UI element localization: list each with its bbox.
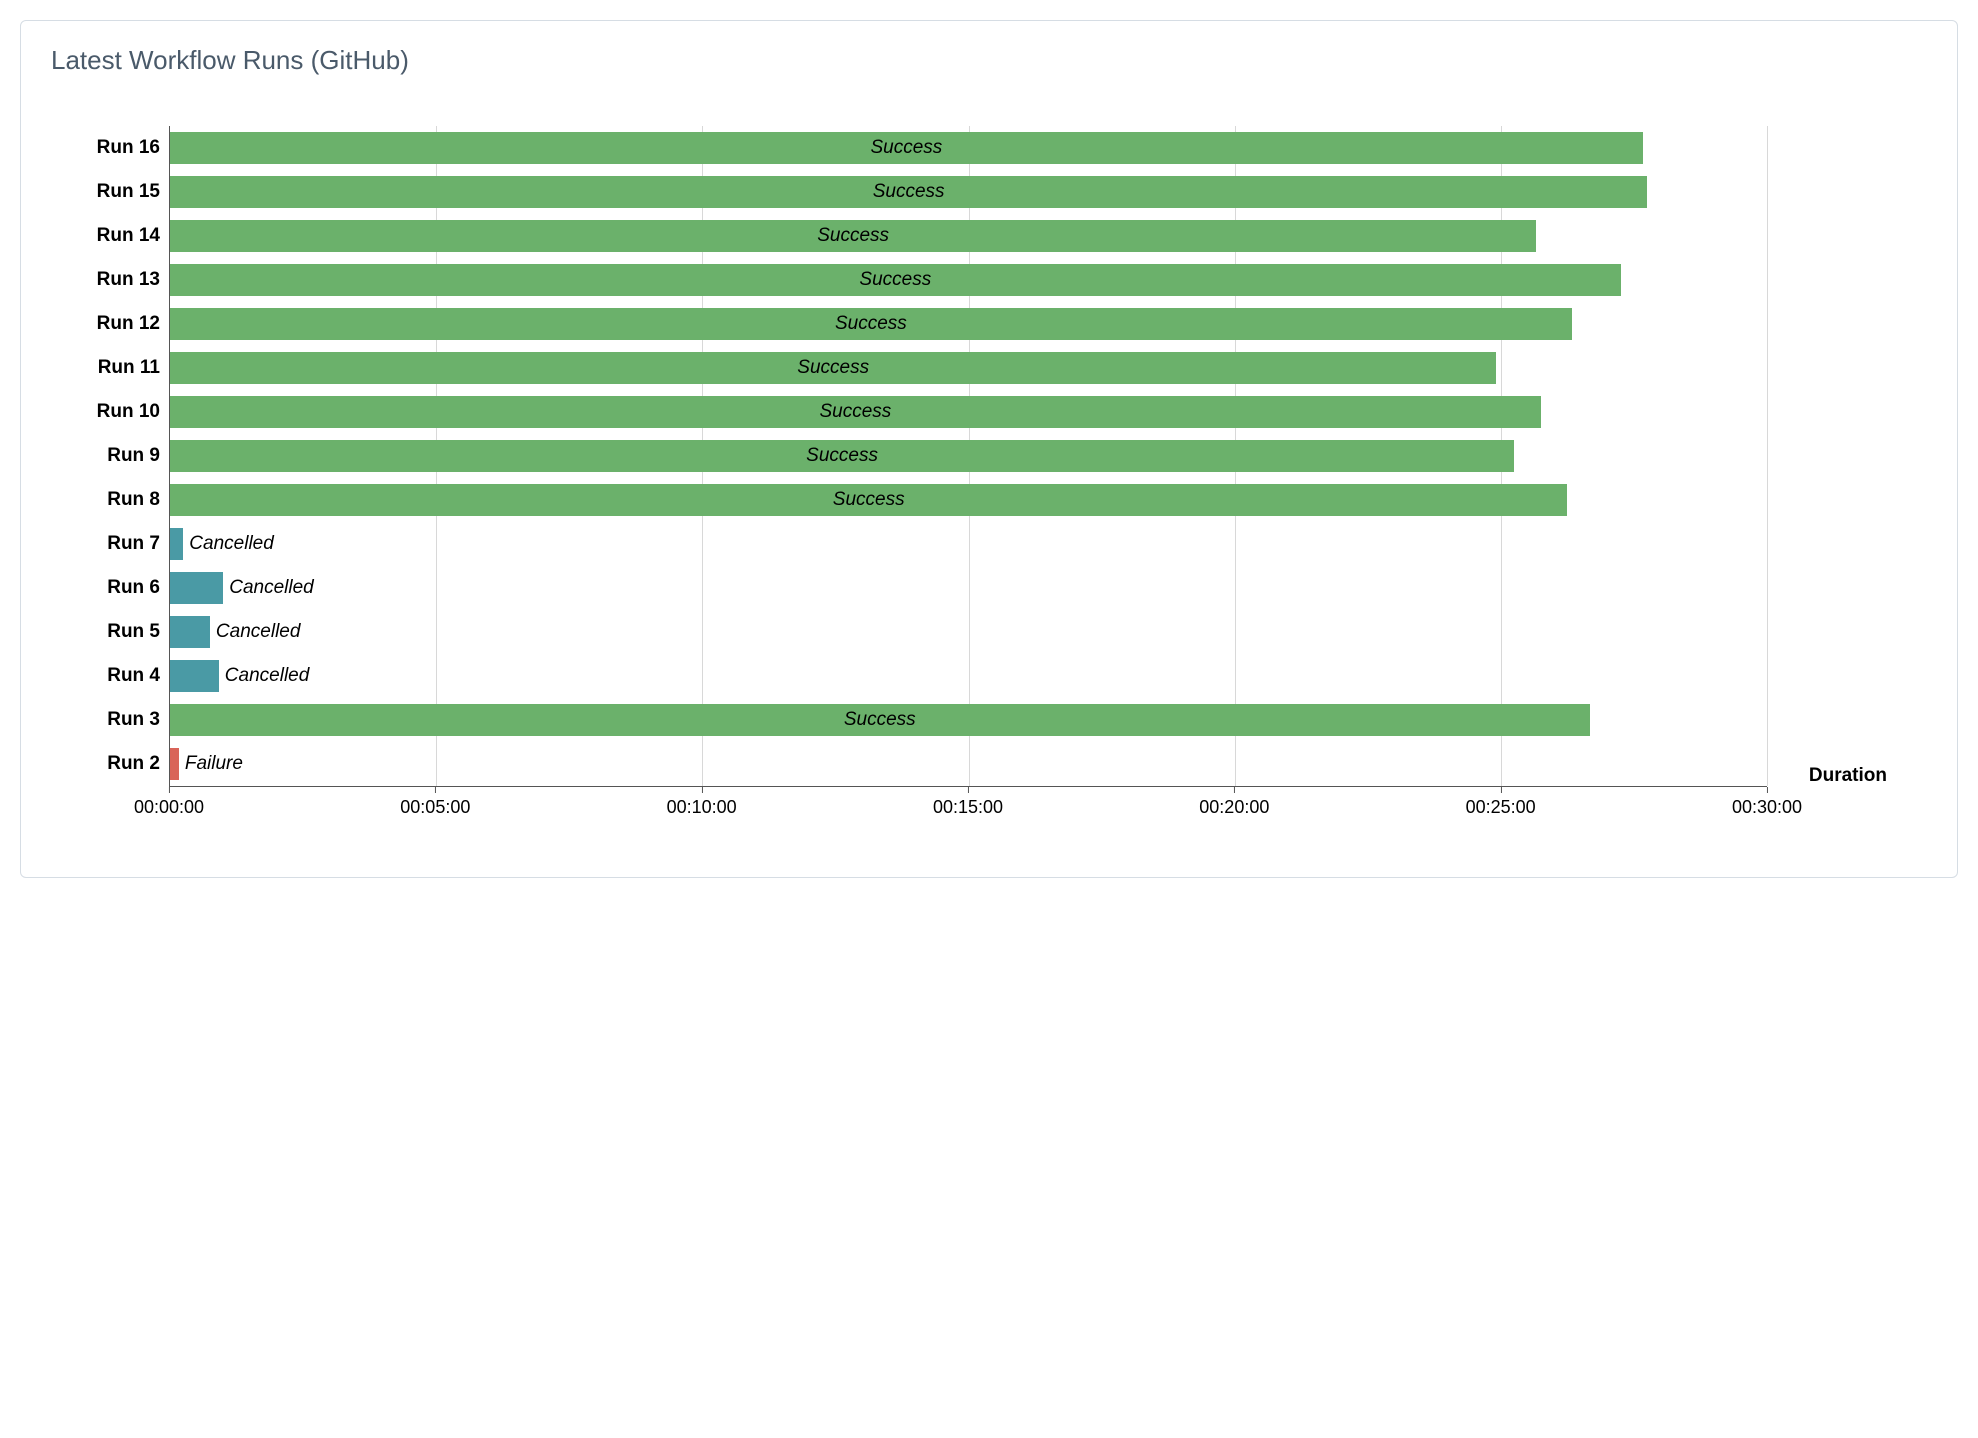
y-tick-label: Run 6 <box>52 577 160 599</box>
bar-row: Run 9Success <box>170 434 1767 478</box>
bar-row: Run 13Success <box>170 258 1767 302</box>
bar: Success <box>170 176 1647 208</box>
x-tick-label: 00:20:00 <box>1199 797 1269 818</box>
x-tick-label: 00:00:00 <box>134 797 204 818</box>
x-tick-label: 00:10:00 <box>667 797 737 818</box>
y-tick-label: Run 10 <box>52 401 160 423</box>
y-tick-label: Run 9 <box>52 445 160 467</box>
bar: Success <box>170 220 1536 252</box>
panel-title: Latest Workflow Runs (GitHub) <box>51 45 1927 76</box>
y-tick-label: Run 16 <box>52 137 160 159</box>
gridline <box>1767 126 1768 786</box>
y-tick-label: Run 3 <box>52 709 160 731</box>
y-tick-label: Run 11 <box>52 357 160 379</box>
bar-status-label: Cancelled <box>216 621 301 643</box>
bar-row: Run 12Success <box>170 302 1767 346</box>
bar-row: Run 5Cancelled <box>170 610 1767 654</box>
bar-row: Run 8Success <box>170 478 1767 522</box>
bar-status-label: Success <box>873 181 945 203</box>
bar-row: Run 10Success <box>170 390 1767 434</box>
y-tick-label: Run 14 <box>52 225 160 247</box>
x-tick-label: 00:15:00 <box>933 797 1003 818</box>
y-tick-label: Run 5 <box>52 621 160 643</box>
bar-row: Run 16Success <box>170 126 1767 170</box>
y-tick-label: Run 13 <box>52 269 160 291</box>
bar: Success <box>170 440 1514 472</box>
bar-status-label: Success <box>819 401 891 423</box>
bar-status-label: Failure <box>185 753 243 775</box>
bar-row: Run 6Cancelled <box>170 566 1767 610</box>
bar-status-label: Success <box>817 225 889 247</box>
bar-row: Run 7Cancelled <box>170 522 1767 566</box>
bar-status-label: Cancelled <box>229 577 314 599</box>
bar: Success <box>170 396 1541 428</box>
x-axis-title: Duration <box>1809 765 1887 787</box>
x-tick-label: 00:05:00 <box>400 797 470 818</box>
bar-status-label: Cancelled <box>225 665 310 687</box>
bar-row: Run 4Cancelled <box>170 654 1767 698</box>
bar-status-label: Success <box>797 357 869 379</box>
bar-row: Run 15Success <box>170 170 1767 214</box>
bar-status-label: Success <box>859 269 931 291</box>
bar: Success <box>170 484 1567 516</box>
bar: Success <box>170 308 1572 340</box>
bar-row: Run 2Failure <box>170 742 1767 786</box>
workflow-runs-panel: Latest Workflow Runs (GitHub) Run 16Succ… <box>20 20 1958 878</box>
bar: Success <box>170 352 1496 384</box>
x-tick-label: 00:30:00 <box>1732 797 1802 818</box>
bar-row: Run 11Success <box>170 346 1767 390</box>
bar: Success <box>170 132 1643 164</box>
chart-area: Run 16SuccessRun 15SuccessRun 14SuccessR… <box>51 126 1927 837</box>
bar-status-label: Success <box>833 489 905 511</box>
x-axis: Duration 00:00:0000:05:0000:10:0000:15:0… <box>169 787 1767 837</box>
y-tick-label: Run 12 <box>52 313 160 335</box>
bar: Success <box>170 264 1621 296</box>
x-tick-label: 00:25:00 <box>1466 797 1536 818</box>
bar: Success <box>170 704 1590 736</box>
bar-row: Run 3Success <box>170 698 1767 742</box>
bar: Cancelled <box>170 572 223 604</box>
bar-row: Run 14Success <box>170 214 1767 258</box>
bar: Cancelled <box>170 528 183 560</box>
y-tick-label: Run 4 <box>52 665 160 687</box>
bar-status-label: Success <box>870 137 942 159</box>
bar-status-label: Success <box>835 313 907 335</box>
bar: Failure <box>170 748 179 780</box>
bar: Cancelled <box>170 616 210 648</box>
y-tick-label: Run 2 <box>52 753 160 775</box>
bar-status-label: Cancelled <box>189 533 274 555</box>
bar-status-label: Success <box>844 709 916 731</box>
bar-status-label: Success <box>806 445 878 467</box>
y-tick-label: Run 8 <box>52 489 160 511</box>
y-tick-label: Run 7 <box>52 533 160 555</box>
bar: Cancelled <box>170 660 219 692</box>
chart-plot: Run 16SuccessRun 15SuccessRun 14SuccessR… <box>169 126 1767 787</box>
y-tick-label: Run 15 <box>52 181 160 203</box>
